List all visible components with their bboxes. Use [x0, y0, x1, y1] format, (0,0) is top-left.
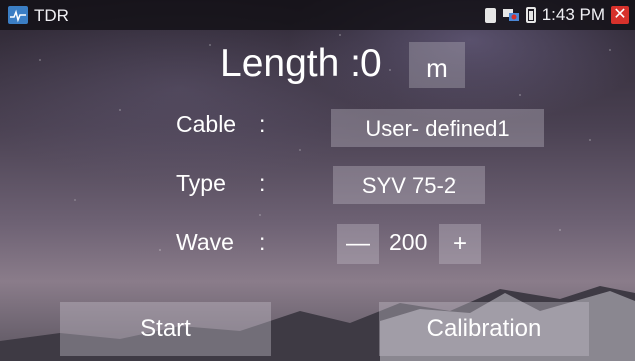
status-bar: TDR 1:43 PM ✕	[0, 0, 635, 30]
calibration-button[interactable]: Calibration	[379, 302, 589, 356]
length-label: Length :	[220, 42, 361, 85]
close-icon[interactable]: ✕	[611, 6, 629, 24]
sd-card-icon	[484, 7, 496, 23]
battery-icon	[525, 7, 536, 23]
unit-button[interactable]: m	[409, 42, 465, 88]
cable-label: Cable	[176, 111, 237, 137]
tdr-app-icon	[8, 6, 28, 24]
clock: 1:43 PM	[541, 5, 605, 24]
type-label: Type	[176, 170, 226, 196]
cable-colon: :	[259, 111, 266, 137]
wave-label: Wave	[176, 229, 234, 255]
start-button[interactable]: Start	[60, 302, 271, 356]
wave-colon: :	[259, 229, 266, 255]
type-select-button[interactable]: SYV 75-2	[333, 166, 485, 204]
wave-decrement-button[interactable]: —	[337, 224, 379, 264]
app-title: TDR	[34, 6, 69, 25]
wave-increment-button[interactable]: +	[439, 224, 481, 264]
length-value: 0	[360, 42, 382, 85]
cable-select-button[interactable]: User- defined1	[331, 109, 544, 147]
network-icon	[502, 9, 519, 21]
type-colon: :	[259, 170, 266, 196]
tdr-screen: TDR 1:43 PM ✕ Length : 0 m Cable : User-…	[0, 0, 635, 361]
status-icons: 1:43 PM ✕	[484, 4, 629, 26]
wave-value: 200	[389, 229, 428, 255]
